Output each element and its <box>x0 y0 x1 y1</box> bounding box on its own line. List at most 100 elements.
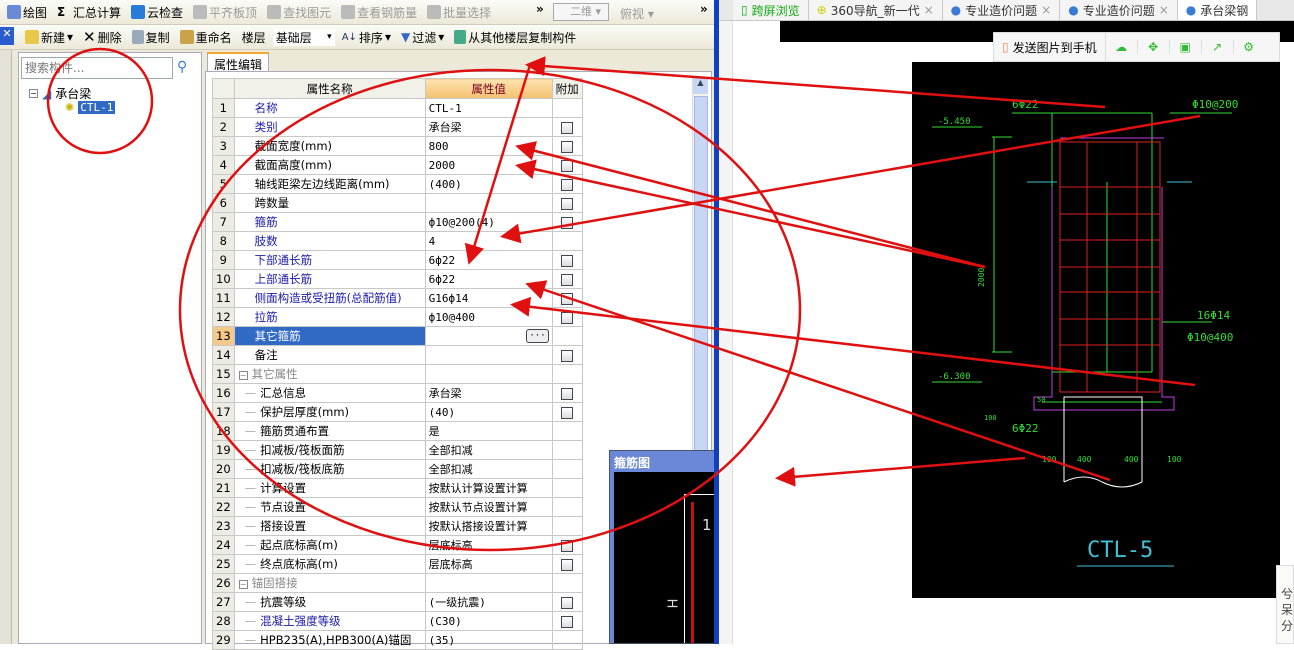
browser-tab[interactable]: ● 专业造价问题 × <box>1060 0 1178 20</box>
property-value[interactable]: G16ф14 <box>424 288 553 308</box>
property-value[interactable]: ф10@200(4) <box>424 212 553 232</box>
property-value[interactable]: 层底标高 <box>424 554 553 574</box>
toolbar-button-sigma[interactable]: Σ 汇总计算 <box>54 4 124 21</box>
property-value[interactable]: 按默认搭接设置计算 <box>424 516 553 536</box>
collapse-icon[interactable]: − <box>29 89 38 98</box>
property-name[interactable]: — 抗震等级 <box>233 592 426 612</box>
toolbar-button-batch-select[interactable]: 批量选择 <box>424 4 494 21</box>
property-value[interactable]: (35) <box>424 630 553 650</box>
extra-checkbox[interactable] <box>561 254 574 267</box>
toolbar-more-button[interactable]: » <box>700 2 708 16</box>
table-row[interactable]: 29 — HPB235(A),HPB300(A)锚固 (35) <box>212 630 583 650</box>
property-value[interactable]: 4 <box>424 231 553 251</box>
property-value[interactable]: 2000 <box>424 155 553 175</box>
property-name[interactable]: 类别 <box>233 117 426 137</box>
send-to-phone-button[interactable]: ▯ 发送图片到手机 <box>994 33 1106 61</box>
save-button[interactable]: ▣ <box>1170 40 1202 54</box>
property-name[interactable]: 下部通长筋 <box>233 250 426 270</box>
property-name[interactable]: 截面宽度(mm) <box>233 136 426 156</box>
ellipsis-button[interactable]: ··· <box>526 329 549 343</box>
collapse-icon[interactable]: − <box>238 580 248 589</box>
property-value[interactable]: ф10@400 <box>424 307 553 327</box>
extra-checkbox[interactable] <box>561 140 574 153</box>
property-name[interactable]: 肢数 <box>233 231 426 251</box>
browser-tab[interactable]: ⊕ 360导航_新一代 × <box>808 0 943 20</box>
extra-checkbox[interactable] <box>561 349 574 362</box>
table-row[interactable]: 11 侧面构造或受扭筋(总配筋值) G16ф14 <box>212 288 583 308</box>
table-row[interactable]: 15 − 其它属性 <box>212 364 583 384</box>
table-row[interactable]: 6 跨数量 <box>212 193 583 213</box>
property-value[interactable]: 按默认计算设置计算 <box>424 478 553 498</box>
property-name[interactable]: 其它箍筋 <box>233 326 426 346</box>
extra-checkbox[interactable] <box>561 311 574 324</box>
floor-select[interactable]: 基础层 ▾ <box>272 28 335 46</box>
property-value[interactable]: 全部扣减 <box>424 459 553 479</box>
table-row[interactable]: 26 − 锚固搭接 <box>212 573 583 593</box>
property-value[interactable] <box>424 345 553 365</box>
property-value[interactable] <box>424 193 553 213</box>
property-value[interactable]: 按默认节点设置计算 <box>424 497 553 517</box>
extra-checkbox[interactable] <box>561 216 574 229</box>
table-row[interactable]: 2 类别 承台梁 <box>212 117 583 137</box>
property-value[interactable]: 承台梁 <box>424 383 553 403</box>
property-value[interactable]: ··· <box>424 326 553 346</box>
table-row[interactable]: 7 箍筋 ф10@200(4) <box>212 212 583 232</box>
property-name[interactable]: − 锚固搭接 <box>233 573 426 593</box>
share-button[interactable]: ↗ <box>1202 40 1234 54</box>
collapse-icon[interactable]: − <box>238 371 248 380</box>
property-name[interactable]: — 节点设置 <box>233 497 426 517</box>
extra-checkbox[interactable] <box>561 159 574 172</box>
property-name[interactable]: 跨数量 <box>233 193 426 213</box>
copy-from-floor-button[interactable]: 从其他楼层复制构件 <box>451 29 579 46</box>
copy-button[interactable]: 复制 <box>129 29 173 46</box>
settings-gear-icon[interactable]: ⚙ <box>1234 40 1264 54</box>
property-value[interactable] <box>424 364 553 384</box>
property-value[interactable]: (C30) <box>424 611 553 631</box>
extra-checkbox[interactable] <box>561 596 574 609</box>
toolbar-button-draw[interactable]: 绘图 <box>4 4 50 21</box>
property-name[interactable]: 名称 <box>233 98 426 118</box>
extra-checkbox[interactable] <box>561 615 574 628</box>
table-row[interactable]: 13 其它箍筋 ··· <box>212 326 583 346</box>
property-name[interactable]: 备注 <box>233 345 426 365</box>
cloud-button[interactable]: ☁ <box>1106 40 1138 54</box>
scroll-up-button[interactable]: ▲ <box>693 78 708 94</box>
extra-checkbox[interactable] <box>561 292 574 305</box>
view-select[interactable]: 二维 ▾ <box>553 3 609 21</box>
property-value[interactable]: CTL-1 <box>424 98 553 118</box>
search-icon[interactable]: ⚲ <box>177 59 187 75</box>
browser-tab[interactable]: ● 承台梁钢 <box>1177 0 1258 20</box>
property-value[interactable]: 6ф22 <box>424 250 553 270</box>
table-row[interactable]: 21 — 计算设置 按默认计算设置计算 <box>212 478 583 498</box>
table-row[interactable]: 20 — 扣减板/筏板底筋 全部扣减 <box>212 459 583 479</box>
extra-checkbox[interactable] <box>561 121 574 134</box>
property-name[interactable]: — 箍筋贯通布置 <box>233 421 426 441</box>
property-name[interactable]: — 计算设置 <box>233 478 426 498</box>
property-value[interactable]: (400) <box>424 174 553 194</box>
close-icon[interactable]: × <box>1041 3 1051 17</box>
property-name[interactable]: — 扣减板/筏板底筋 <box>233 459 426 479</box>
table-row[interactable]: 4 截面高度(mm) 2000 <box>212 155 583 175</box>
property-value[interactable]: 6ф22 <box>424 269 553 289</box>
property-value[interactable]: (40) <box>424 402 553 422</box>
table-row[interactable]: 3 截面宽度(mm) 800 <box>212 136 583 156</box>
table-row[interactable]: 22 — 节点设置 按默认节点设置计算 <box>212 497 583 517</box>
table-row[interactable]: 1 名称 CTL-1 <box>212 98 583 118</box>
property-value[interactable]: 承台梁 <box>424 117 553 137</box>
filter-button[interactable]: ▼ 过滤 ▾ <box>398 29 447 46</box>
tree-root[interactable]: − ◢ 承台梁 <box>29 85 91 102</box>
table-row[interactable]: 24 — 起点底标高(m) 层底标高 <box>212 535 583 555</box>
table-row[interactable]: 8 肢数 4 <box>212 231 583 251</box>
property-name[interactable]: 上部通长筋 <box>233 269 426 289</box>
new-button[interactable]: 新建 ▾ <box>22 29 76 46</box>
close-icon[interactable]: × <box>1159 3 1169 17</box>
delete-button[interactable]: ✕ 删除 <box>80 28 125 46</box>
property-name[interactable]: — 终点底标高(m) <box>233 554 426 574</box>
property-name[interactable]: — 起点底标高(m) <box>233 535 426 555</box>
sort-button[interactable]: A↓ 排序 ▾ <box>339 29 394 46</box>
close-icon[interactable]: × <box>924 3 934 17</box>
property-name[interactable]: 拉筋 <box>233 307 426 327</box>
property-name[interactable]: 截面高度(mm) <box>233 155 426 175</box>
property-value[interactable]: 800 <box>424 136 553 156</box>
toolbar-more-button-left[interactable]: » <box>536 2 544 16</box>
